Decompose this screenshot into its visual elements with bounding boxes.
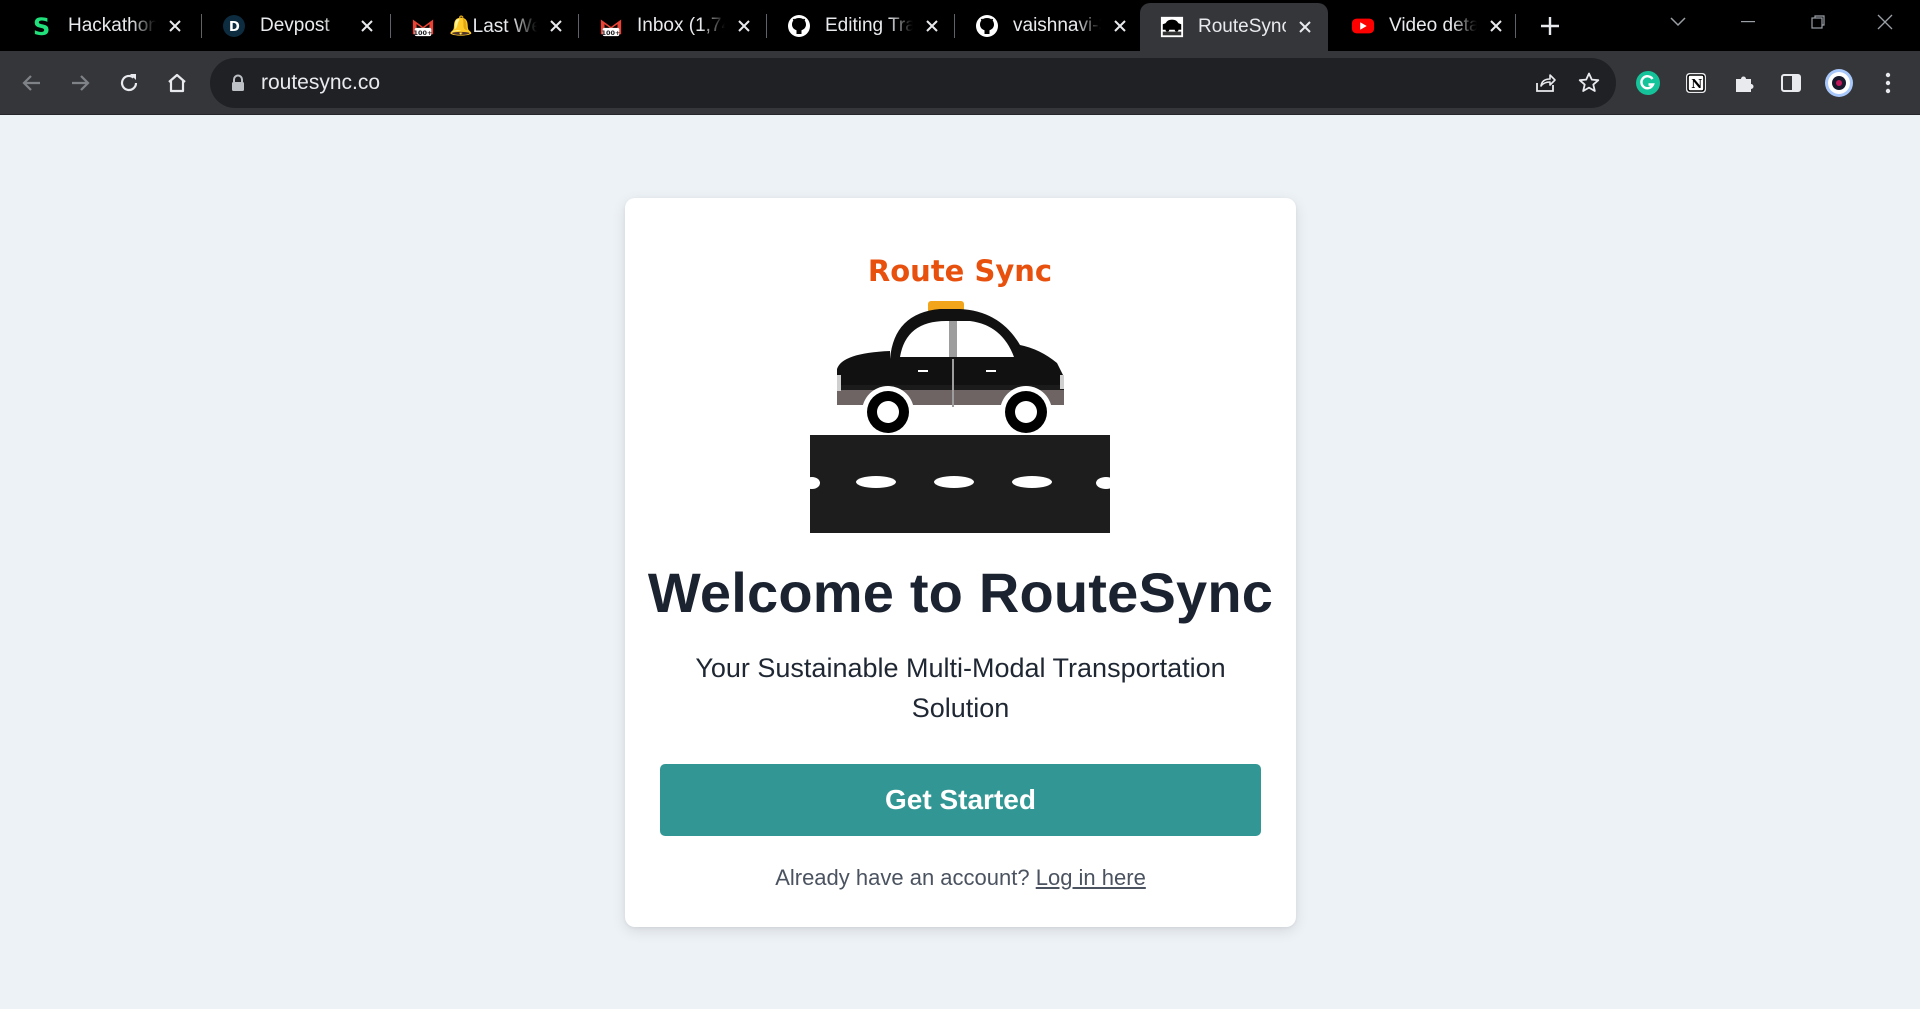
minimize-button[interactable] bbox=[1713, 0, 1783, 44]
tab-devpost[interactable]: D Devpost bbox=[202, 0, 390, 51]
close-icon[interactable] bbox=[545, 15, 567, 37]
restore-icon bbox=[1811, 15, 1825, 29]
share-button[interactable] bbox=[1530, 68, 1560, 98]
puzzle-icon bbox=[1736, 76, 1754, 92]
notion-icon: N bbox=[1686, 73, 1706, 93]
tab-title: Inbox (1,74 bbox=[637, 14, 725, 36]
close-icon[interactable] bbox=[164, 15, 186, 37]
close-icon[interactable] bbox=[733, 15, 755, 37]
close-icon[interactable] bbox=[921, 15, 943, 37]
side-panel-icon bbox=[1781, 74, 1801, 92]
svg-text:100+: 100+ bbox=[602, 28, 621, 36]
tab-gmail-inbox[interactable]: 100+ Inbox (1,74 bbox=[579, 0, 767, 51]
extensions-button[interactable] bbox=[1728, 67, 1760, 99]
tab-separator bbox=[1515, 14, 1516, 38]
kebab-menu-icon bbox=[1885, 72, 1891, 94]
tab-strip: S Hackathon D Devpost 100+ 🔔Last We 100+… bbox=[0, 0, 1920, 51]
back-button[interactable] bbox=[16, 67, 48, 99]
svg-text:Route Sync: Route Sync bbox=[868, 254, 1052, 288]
arrow-left-icon bbox=[22, 75, 40, 91]
home-button[interactable] bbox=[161, 67, 193, 99]
star-icon bbox=[1578, 72, 1600, 92]
minimize-icon bbox=[1741, 21, 1755, 23]
restore-button[interactable] bbox=[1783, 0, 1853, 44]
tab-title: Editing Tra bbox=[825, 14, 913, 36]
login-prompt: Already have an account? Log in here bbox=[625, 865, 1296, 891]
avatar-icon bbox=[1825, 69, 1853, 97]
gmail-icon: 100+ bbox=[411, 14, 435, 38]
github-icon bbox=[975, 14, 999, 38]
arrow-right-icon bbox=[72, 75, 90, 91]
new-tab-button[interactable] bbox=[1535, 11, 1565, 41]
tab-search-button[interactable] bbox=[1643, 0, 1713, 44]
close-icon[interactable] bbox=[1109, 15, 1131, 37]
tab-title: 🔔Last We bbox=[449, 15, 537, 37]
svg-text:S: S bbox=[33, 14, 50, 38]
chevron-down-icon bbox=[1670, 17, 1686, 27]
svg-text:100+: 100+ bbox=[414, 28, 433, 36]
svg-text:N: N bbox=[1691, 77, 1702, 91]
tab-title: Hackathon bbox=[68, 14, 156, 36]
page-viewport: Route Sync Welcome to RouteSync Your Sus… bbox=[0, 116, 1920, 1009]
forward-button[interactable] bbox=[64, 67, 96, 99]
hackathon-s-icon: S bbox=[30, 14, 54, 38]
share-icon bbox=[1536, 74, 1556, 92]
tab-github-editing[interactable]: Editing Tra bbox=[767, 0, 955, 51]
close-icon[interactable] bbox=[356, 15, 378, 37]
taxi-icon bbox=[1160, 15, 1184, 39]
get-started-button[interactable]: Get Started bbox=[660, 764, 1261, 836]
devpost-icon: D bbox=[222, 14, 246, 38]
tab-github-vaishnavi[interactable]: vaishnavi-3 bbox=[955, 0, 1143, 51]
bookmark-button[interactable] bbox=[1574, 68, 1604, 98]
reload-button[interactable] bbox=[113, 67, 145, 99]
tab-gmail-last-week[interactable]: 100+ 🔔Last We bbox=[391, 0, 579, 51]
tagline: Your Sustainable Multi-Modal Transportat… bbox=[695, 653, 1226, 723]
grammarly-extension-button[interactable] bbox=[1632, 67, 1664, 99]
tab-title: Devpost bbox=[260, 14, 330, 36]
youtube-icon bbox=[1351, 14, 1375, 38]
reload-icon bbox=[120, 74, 138, 92]
github-icon bbox=[787, 14, 811, 38]
plus-icon bbox=[1541, 17, 1559, 35]
browser-menu-button[interactable] bbox=[1872, 67, 1904, 99]
home-icon bbox=[168, 73, 186, 93]
close-icon[interactable] bbox=[1294, 16, 1316, 38]
tab-hackathon[interactable]: S Hackathon bbox=[10, 0, 198, 51]
notion-extension-button[interactable]: N bbox=[1680, 67, 1712, 99]
tab-youtube[interactable]: Video deta bbox=[1331, 0, 1519, 51]
welcome-card: Route Sync Welcome to RouteSync Your Sus… bbox=[625, 198, 1296, 927]
close-icon[interactable] bbox=[1485, 15, 1507, 37]
close-window-button[interactable] bbox=[1850, 0, 1920, 44]
address-bar[interactable]: routesync.co bbox=[210, 58, 1616, 108]
tab-title: vaishnavi-3 bbox=[1013, 14, 1101, 36]
tab-title: Video deta bbox=[1389, 14, 1477, 36]
profile-avatar[interactable] bbox=[1823, 67, 1855, 99]
url-text[interactable]: routesync.co bbox=[261, 71, 380, 95]
login-link[interactable]: Log in here bbox=[1036, 865, 1146, 890]
tab-routesync[interactable]: RouteSync bbox=[1140, 3, 1328, 51]
side-panel-button[interactable] bbox=[1775, 67, 1807, 99]
close-icon bbox=[1877, 14, 1893, 30]
lock-icon[interactable] bbox=[228, 73, 248, 93]
gmail-icon: 100+ bbox=[599, 14, 623, 38]
tab-title: RouteSync bbox=[1198, 16, 1286, 37]
page-title: Welcome to RouteSync bbox=[647, 561, 1274, 624]
svg-text:D: D bbox=[229, 20, 240, 35]
routesync-logo: Route Sync bbox=[804, 235, 1116, 533]
grammarly-icon bbox=[1636, 71, 1660, 95]
login-prompt-text: Already have an account? bbox=[775, 865, 1030, 890]
browser-toolbar: routesync.co N bbox=[0, 51, 1920, 115]
